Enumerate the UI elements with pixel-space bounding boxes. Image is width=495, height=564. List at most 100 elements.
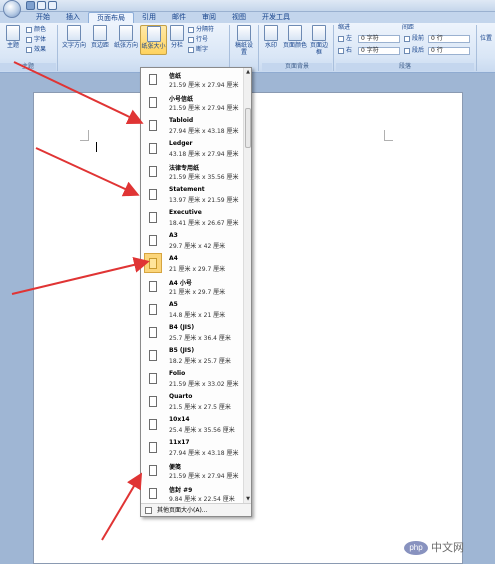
tab-references[interactable]: 引用 [134, 12, 164, 23]
spacing-before-text: 段前 [412, 35, 425, 42]
paper-size-item[interactable]: A4 21 厘米 x 29.7 厘米 [141, 252, 244, 275]
spacing-before-icon [404, 36, 410, 42]
paper-size-item[interactable]: B4 (JIS) 25.7 厘米 x 36.4 厘米 [141, 321, 244, 344]
paper-size-name: 10x14 [169, 416, 190, 423]
group-divider [258, 25, 259, 71]
orientation-button[interactable]: 纸张方向 [113, 25, 139, 49]
tab-mailings[interactable]: 邮件 [164, 12, 194, 23]
paper-size-name: Quarto [169, 393, 193, 400]
save-icon[interactable] [26, 1, 35, 10]
paper-size-dimensions: 21.59 厘米 x 35.56 厘米 [169, 174, 239, 181]
page-color-label: 页面颜色 [283, 42, 308, 49]
scroll-thumb[interactable] [245, 108, 251, 148]
paper-size-dimensions: 9.84 厘米 x 22.54 厘米 [169, 496, 235, 503]
orientation-label: 纸张方向 [113, 42, 138, 49]
site-watermark: php 中文网 [404, 539, 464, 556]
paper-size-item[interactable]: 信封 #9 9.84 厘米 x 22.54 厘米 [141, 482, 244, 505]
paper-size-item[interactable]: 小号信纸 21.59 厘米 x 27.94 厘米 [141, 91, 244, 114]
paper-size-dimensions: 18.41 厘米 x 26.67 厘米 [169, 220, 239, 227]
title-bar [0, 0, 495, 12]
line-numbers-button[interactable]: 行号 [188, 36, 208, 44]
paper-size-item[interactable]: Quarto 21.5 厘米 x 27.5 厘米 [141, 390, 244, 413]
undo-icon[interactable] [37, 1, 46, 10]
columns-button[interactable]: 分栏 [169, 25, 185, 49]
page-setup-icon [145, 507, 152, 514]
hyphenation-button[interactable]: 断字 [188, 46, 208, 54]
tab-view[interactable]: 视图 [224, 12, 254, 23]
paper-size-item[interactable]: Ledger 43.18 厘米 x 27.94 厘米 [141, 137, 244, 160]
spacing-after-label: 段后 [404, 47, 424, 55]
tab-review[interactable]: 审阅 [194, 12, 224, 23]
theme-colors-button[interactable]: 颜色 [26, 26, 46, 34]
theme-effects-button[interactable]: 效果 [26, 46, 46, 54]
paper-size-name: 信封 #9 [169, 487, 193, 494]
indent-left-input[interactable]: 0 字符 [358, 35, 400, 43]
paper-size-name: B5 (JIS) [169, 347, 195, 354]
paper-size-name: A5 [169, 301, 178, 308]
spacing-after-text: 段后 [412, 47, 425, 54]
page-icon [149, 235, 157, 246]
tab-developer[interactable]: 开发工具 [254, 12, 298, 23]
indent-left-text: 左 [346, 35, 353, 42]
scroll-up-icon[interactable]: ▲ [245, 69, 251, 76]
paper-size-item[interactable]: 法律专用纸 21.59 厘米 x 35.56 厘米 [141, 160, 244, 183]
paper-size-name: 小号信纸 [169, 96, 194, 103]
crop-mark [384, 130, 385, 140]
paper-size-button[interactable]: 纸张大小 [140, 25, 167, 55]
breaks-button[interactable]: 分隔符 [188, 26, 214, 34]
page-borders-button[interactable]: 页面边框 [309, 25, 329, 56]
text-direction-button[interactable]: 文字方向 [61, 25, 87, 49]
watermark-button[interactable]: 水印 [261, 25, 281, 49]
spacing-after-input[interactable]: 0 行 [428, 47, 470, 55]
paper-size-name: Folio [169, 370, 186, 377]
theme-fonts-button[interactable]: 字体 [26, 36, 46, 44]
page-icon [149, 120, 157, 131]
spacing-title: 间距 [402, 24, 415, 31]
paper-size-item[interactable]: 便笺 21.59 厘米 x 27.94 厘米 [141, 459, 244, 482]
paper-size-item[interactable]: Executive 18.41 厘米 x 26.67 厘米 [141, 206, 244, 229]
tab-insert[interactable]: 插入 [58, 12, 88, 23]
paper-size-name: B4 (JIS) [169, 324, 195, 331]
redo-icon[interactable] [48, 1, 57, 10]
manuscript-setup-button[interactable]: 稿纸设置 [233, 25, 255, 56]
hyphenation-icon [188, 47, 194, 53]
paper-size-item[interactable]: A3 29.7 厘米 x 42 厘米 [141, 229, 244, 252]
margins-button[interactable]: 页边距 [88, 25, 112, 49]
paper-size-dimensions: 21.59 厘米 x 27.94 厘米 [169, 82, 239, 89]
paper-size-item[interactable]: Statement 13.97 厘米 x 21.59 厘米 [141, 183, 244, 206]
paper-size-name: A4 小号 [169, 280, 192, 287]
paper-size-item[interactable]: A5 14.8 厘米 x 21 厘米 [141, 298, 244, 321]
indent-right-input[interactable]: 0 字符 [358, 47, 400, 55]
breaks-label: 分隔符 [196, 26, 215, 33]
page-color-button[interactable]: 页面颜色 [283, 25, 307, 49]
tab-home[interactable]: 开始 [28, 12, 58, 23]
dropdown-scrollbar[interactable]: ▲ ▼ [243, 68, 251, 504]
page-icon [149, 304, 157, 315]
paper-size-item[interactable]: Tabloid 27.94 厘米 x 43.18 厘米 [141, 114, 244, 137]
orientation-icon [119, 25, 133, 41]
paper-size-dimensions: 29.7 厘米 x 42 厘米 [169, 243, 226, 250]
paper-size-item[interactable]: 信纸 21.59 厘米 x 27.94 厘米 [141, 68, 244, 91]
group-divider [476, 25, 477, 71]
paper-size-item[interactable]: 10x14 25.4 厘米 x 35.56 厘米 [141, 413, 244, 436]
paper-size-name: Executive [169, 209, 202, 216]
paper-size-dimensions: 18.2 厘米 x 25.7 厘米 [169, 358, 231, 365]
position-label[interactable]: 位置 [480, 35, 492, 43]
more-paper-sizes-item[interactable]: 其他页面大小(A)... [141, 503, 251, 516]
page-icon [149, 488, 157, 499]
office-button[interactable] [3, 0, 21, 18]
paper-size-item[interactable]: A4 小号 21 厘米 x 29.7 厘米 [141, 275, 244, 298]
page-icon [149, 258, 157, 269]
spacing-before-input[interactable]: 0 行 [428, 35, 470, 43]
paper-size-item[interactable]: Folio 21.59 厘米 x 33.02 厘米 [141, 367, 244, 390]
paper-size-item[interactable]: B5 (JIS) 18.2 厘米 x 25.7 厘米 [141, 344, 244, 367]
paper-size-name: 信纸 [169, 73, 182, 80]
scroll-down-icon[interactable]: ▼ [245, 496, 251, 503]
page-color-icon [288, 25, 302, 41]
paper-size-dimensions: 25.4 厘米 x 35.56 厘米 [169, 427, 235, 434]
breaks-icon [188, 27, 194, 33]
line-numbers-label: 行号 [196, 36, 209, 43]
paper-size-item[interactable]: 11x17 27.94 厘米 x 43.18 厘米 [141, 436, 244, 459]
indent-right-text: 右 [346, 47, 353, 54]
themes-button[interactable]: 主题 [3, 25, 23, 49]
